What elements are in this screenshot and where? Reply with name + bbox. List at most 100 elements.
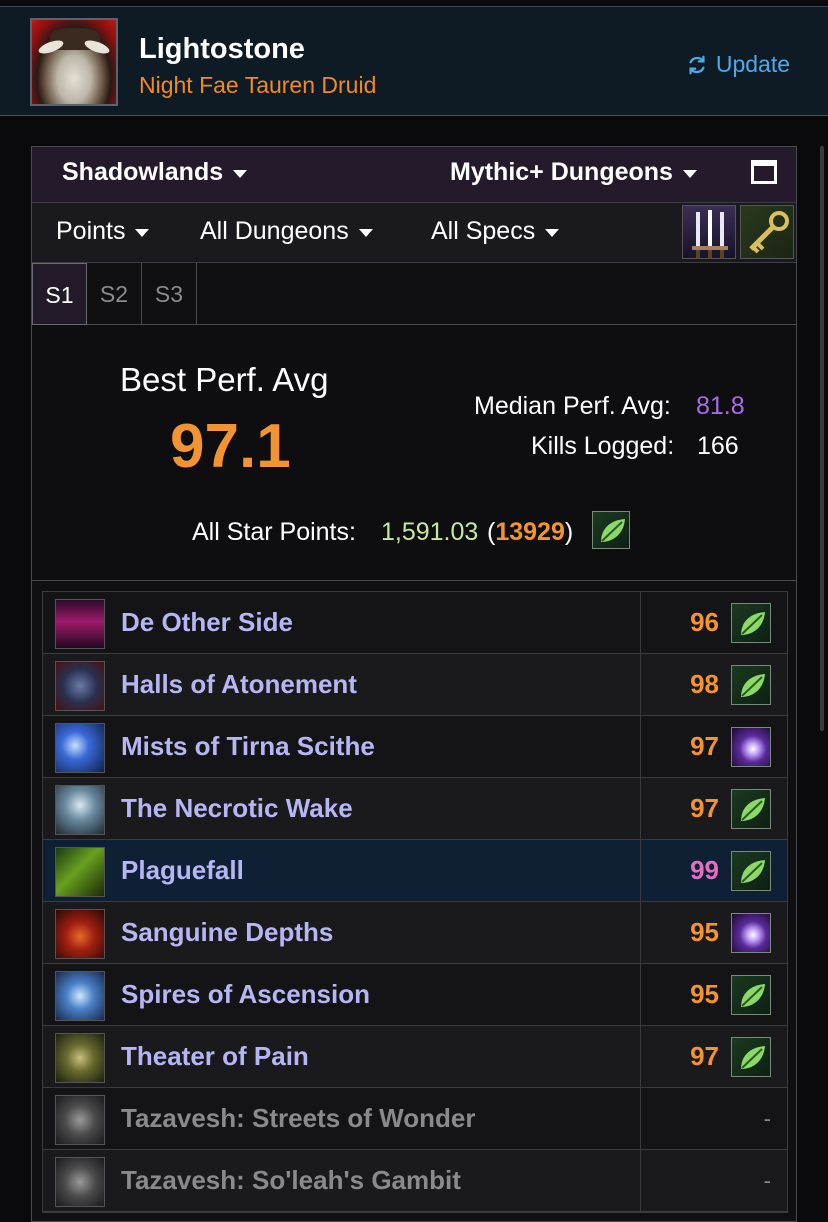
- dungeons-dropdown[interactable]: All Dungeons: [200, 217, 373, 246]
- dungeon-score: 96: [690, 607, 719, 637]
- metric-label: Points: [56, 217, 126, 245]
- spark-icon: [731, 727, 771, 767]
- column-divider: [640, 964, 641, 1026]
- dungeon-name[interactable]: The Necrotic Wake: [121, 793, 353, 824]
- all-star-rank-wrapper: (13929): [487, 518, 574, 546]
- dungeon-name[interactable]: Tazavesh: Streets of Wonder: [121, 1103, 475, 1134]
- column-divider: [640, 902, 641, 964]
- character-name: Lightostone: [139, 33, 305, 65]
- dungeon-name[interactable]: Theater of Pain: [121, 1041, 309, 1072]
- list-item[interactable]: The Necrotic Wake 97: [43, 778, 787, 840]
- specs-dropdown[interactable]: All Specs: [431, 217, 560, 246]
- rankings-panel: Shadowlands Mythic+ Dungeons Points All …: [31, 146, 797, 1222]
- dungeon-thumbnail: [55, 1157, 105, 1207]
- dungeon-thumbnail: [55, 909, 105, 959]
- update-label: Update: [715, 51, 790, 77]
- dungeon-thumbnail: [55, 971, 105, 1021]
- dungeon-thumbnail: [55, 1033, 105, 1083]
- leaf-icon: [731, 665, 771, 705]
- maximize-icon[interactable]: [751, 160, 777, 184]
- list-item[interactable]: Spires of Ascension 95: [43, 964, 787, 1026]
- dungeon-name[interactable]: Halls of Atonement: [121, 669, 357, 700]
- dungeon-score: 95: [690, 979, 719, 1009]
- chevron-down-icon: [135, 229, 150, 237]
- metric-dropdown[interactable]: Points: [56, 217, 150, 246]
- update-button[interactable]: Update: [686, 51, 790, 78]
- list-item[interactable]: Theater of Pain 97: [43, 1026, 787, 1088]
- dungeon-score: 97: [690, 793, 719, 823]
- season-tabs: S1 S2 S3: [32, 263, 796, 325]
- dungeon-name[interactable]: Tazavesh: So'leah's Gambit: [121, 1165, 461, 1196]
- tab-s1[interactable]: S1: [32, 263, 87, 325]
- dungeons-label: All Dungeons: [200, 217, 349, 245]
- key-icon[interactable]: [740, 205, 794, 259]
- leaf-icon: [731, 975, 771, 1015]
- column-divider: [640, 1088, 641, 1150]
- best-perf-label: Best Perf. Avg: [120, 361, 329, 398]
- leaf-icon: [731, 603, 771, 643]
- tab-s2[interactable]: S2: [87, 263, 142, 325]
- content-label: Mythic+ Dungeons: [450, 158, 673, 186]
- chevron-down-icon: [545, 229, 560, 237]
- list-item[interactable]: Halls of Atonement 98: [43, 654, 787, 716]
- dungeon-thumbnail: [55, 599, 105, 649]
- dungeon-score: -: [763, 1106, 771, 1131]
- leaf-icon: [731, 1037, 771, 1077]
- column-divider: [640, 1150, 641, 1212]
- dungeon-score: 97: [690, 1041, 719, 1071]
- secondary-filter-bar: Points All Dungeons All Specs: [32, 203, 796, 263]
- chevron-down-icon: [358, 229, 373, 237]
- list-item[interactable]: De Other Side 96: [43, 592, 787, 654]
- kills-logged-label: Kills Logged:: [531, 432, 675, 460]
- dungeon-score: 95: [690, 917, 719, 947]
- dungeon-thumbnail: [55, 847, 105, 897]
- list-item[interactable]: Tazavesh: So'leah's Gambit -: [43, 1150, 787, 1212]
- dungeon-name[interactable]: De Other Side: [121, 607, 293, 638]
- all-star-points: 1,591.03: [381, 518, 479, 546]
- leaf-icon: [731, 851, 771, 891]
- column-divider: [640, 840, 641, 902]
- spark-icon: [731, 913, 771, 953]
- expansion-dropdown[interactable]: Shadowlands: [62, 158, 248, 187]
- column-divider: [640, 592, 641, 654]
- content-dropdown[interactable]: Mythic+ Dungeons: [450, 158, 697, 187]
- leaf-icon: [592, 511, 630, 549]
- dungeon-name[interactable]: Sanguine Depths: [121, 917, 333, 948]
- page-scrollbar[interactable]: [820, 146, 824, 731]
- dungeon-score: 99: [690, 855, 719, 885]
- dungeon-name[interactable]: Spires of Ascension: [121, 979, 370, 1010]
- dungeon-score: -: [763, 1168, 771, 1193]
- all-star-rank: 13929: [495, 518, 565, 546]
- refresh-icon: [689, 55, 705, 74]
- chevron-down-icon: [233, 170, 248, 178]
- column-divider: [640, 654, 641, 716]
- dungeon-name[interactable]: Plaguefall: [121, 855, 244, 886]
- chevron-down-icon: [682, 170, 697, 178]
- dungeon-name[interactable]: Mists of Tirna Scithe: [121, 731, 375, 762]
- list-item[interactable]: Plaguefall 99: [43, 840, 787, 902]
- tab-s3[interactable]: S3: [142, 263, 197, 325]
- dungeon-list: De Other Side 96 Halls of Atonement 98 M…: [42, 591, 788, 1213]
- avatar-horn-left: [37, 37, 65, 57]
- dungeon-thumbnail: [55, 723, 105, 773]
- dungeon-score: 98: [690, 669, 719, 699]
- column-divider: [640, 716, 641, 778]
- specs-label: All Specs: [431, 217, 536, 245]
- list-item[interactable]: Tazavesh: Streets of Wonder -: [43, 1088, 787, 1150]
- column-divider: [640, 778, 641, 840]
- primary-filter-bar: Shadowlands Mythic+ Dungeons: [32, 147, 796, 203]
- dungeon-thumbnail: [55, 661, 105, 711]
- list-item[interactable]: Sanguine Depths 95: [43, 902, 787, 964]
- character-header: Lightostone Night Fae Tauren Druid Updat…: [0, 6, 828, 116]
- list-item[interactable]: Mists of Tirna Scithe 97: [43, 716, 787, 778]
- median-perf-value: 81.8: [696, 392, 745, 420]
- column-divider: [640, 1026, 641, 1088]
- expansion-label: Shadowlands: [62, 158, 224, 186]
- all-star-label: All Star Points:: [192, 518, 356, 546]
- median-perf-label: Median Perf. Avg:: [474, 392, 671, 420]
- performance-summary: Best Perf. Avg 97.1 Median Perf. Avg: 81…: [32, 325, 796, 581]
- swords-icon[interactable]: [682, 205, 736, 259]
- dungeon-thumbnail: [55, 785, 105, 835]
- character-subtitle: Night Fae Tauren Druid: [139, 72, 377, 98]
- leaf-icon: [731, 789, 771, 829]
